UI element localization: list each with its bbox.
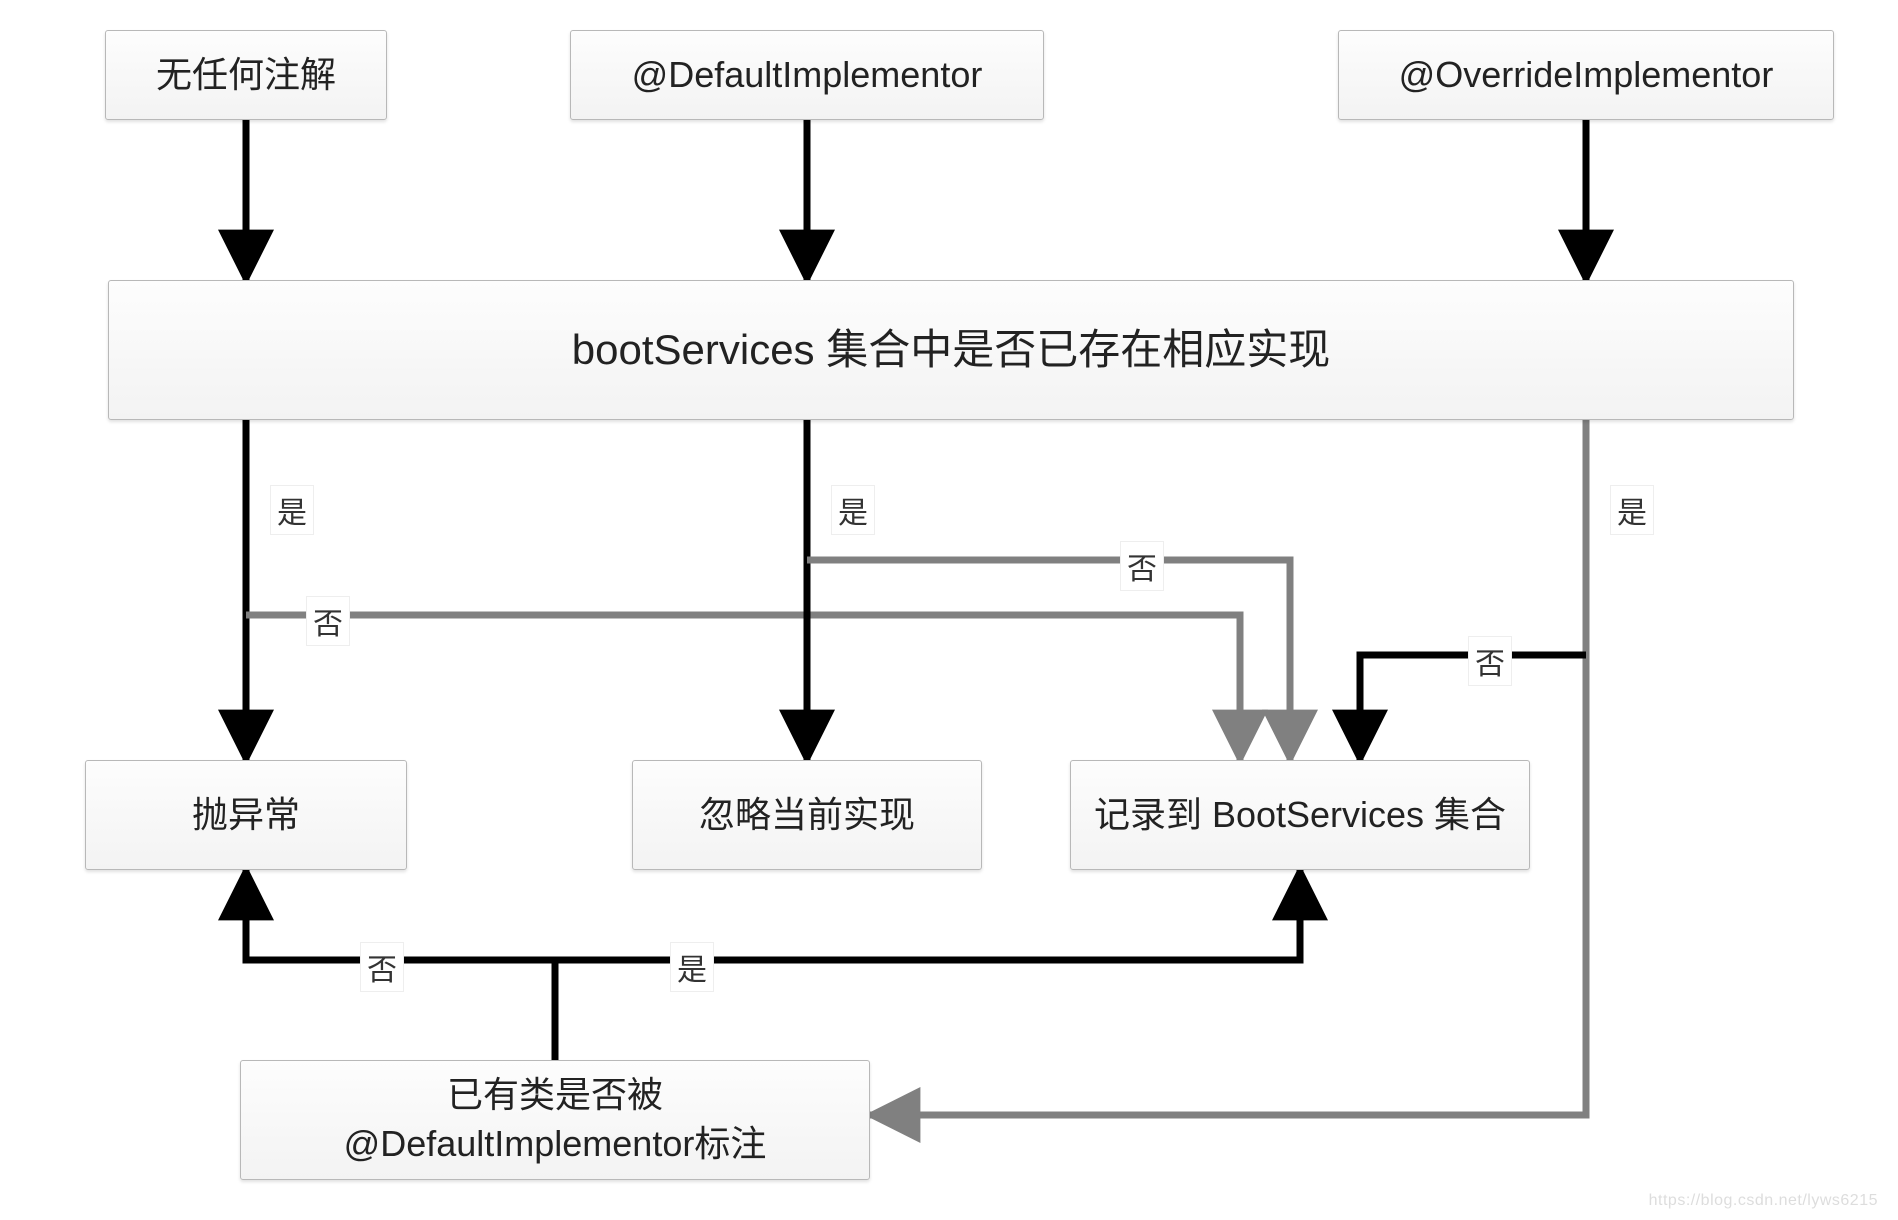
- edge-label-mid-yes: 是: [831, 485, 875, 535]
- node-label: 忽略当前实现: [699, 791, 915, 840]
- diagram-edges: [0, 0, 1898, 1220]
- watermark: https://blog.csdn.net/lyws6215: [1649, 1192, 1878, 1210]
- node-label: 抛异常: [192, 791, 300, 840]
- node-label: @DefaultImplementor: [632, 51, 983, 100]
- node-ignore-current: 忽略当前实现: [632, 760, 982, 870]
- node-default-implementor: @DefaultImplementor: [570, 30, 1044, 120]
- node-override-implementor: @OverrideImplementor: [1338, 30, 1834, 120]
- node-check-default-annotated: 已有类是否被 @DefaultImplementor标注: [240, 1060, 870, 1180]
- node-check-exists: bootServices 集合中是否已存在相应实现: [108, 280, 1794, 420]
- node-record-to-boot: 记录到 BootServices 集合: [1070, 760, 1530, 870]
- node-label: 已有类是否被 @DefaultImplementor标注: [344, 1071, 767, 1168]
- edge-label-right-no: 否: [1468, 636, 1512, 686]
- node-throw-exception: 抛异常: [85, 760, 407, 870]
- node-label: 无任何注解: [156, 51, 336, 100]
- node-label: @OverrideImplementor: [1399, 51, 1774, 100]
- edge-label-mid-no: 否: [1120, 541, 1164, 591]
- edge-label-right-yes: 是: [1610, 485, 1654, 535]
- node-label: bootServices 集合中是否已存在相应实现: [572, 322, 1330, 379]
- edge-label-left-no: 否: [306, 596, 350, 646]
- edge-label-bottom-yes: 是: [670, 942, 714, 992]
- edge-label-bottom-no: 否: [360, 942, 404, 992]
- node-no-annotation: 无任何注解: [105, 30, 387, 120]
- node-label: 记录到 BootServices 集合: [1094, 791, 1506, 840]
- edge-label-left-yes: 是: [270, 485, 314, 535]
